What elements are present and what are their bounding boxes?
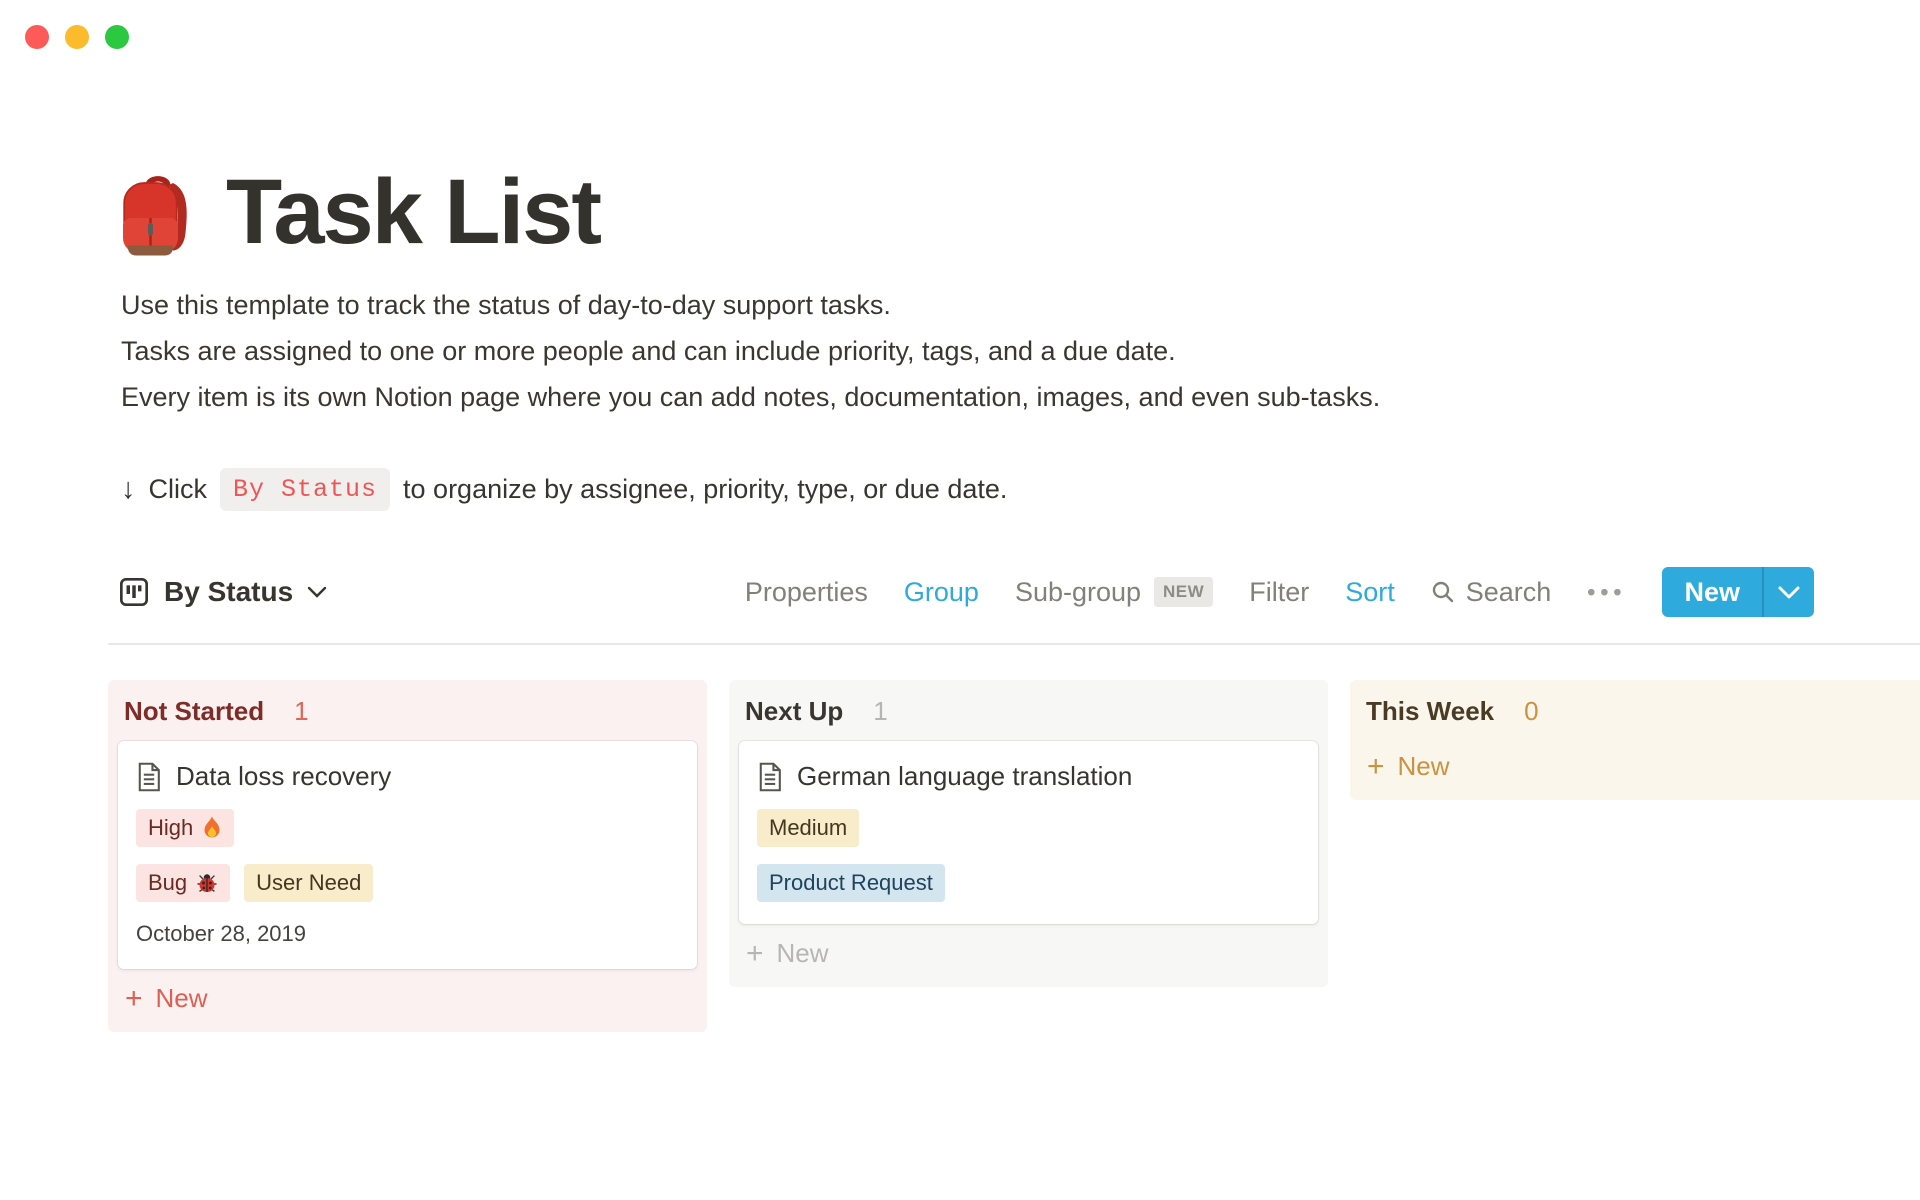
- sort-button[interactable]: Sort: [1345, 577, 1395, 608]
- column-title: Next Up: [745, 696, 843, 727]
- column-cards: Data loss recovery High: [108, 741, 707, 969]
- view-switcher-label: By Status: [164, 576, 293, 608]
- card-due-date: October 28, 2019: [136, 921, 679, 947]
- column-header-not-started[interactable]: Not Started 1: [108, 680, 707, 741]
- column-count: 1: [873, 696, 887, 727]
- column-title: Not Started: [124, 696, 264, 727]
- column-header-this-week[interactable]: This Week 0: [1350, 680, 1920, 741]
- description-line: Tasks are assigned to one or more people…: [121, 328, 1380, 374]
- plus-icon: +: [746, 941, 764, 967]
- plus-icon: +: [125, 986, 143, 1012]
- page-header: Task List: [118, 160, 600, 265]
- down-arrow-icon: ↓: [121, 473, 136, 506]
- new-feature-badge: NEW: [1154, 577, 1213, 607]
- filter-button[interactable]: Filter: [1249, 577, 1309, 608]
- search-icon: [1431, 580, 1455, 604]
- board-column-this-week: This Week 0 + New: [1350, 680, 1920, 800]
- column-cards: German language translation Medium Produ…: [729, 741, 1328, 924]
- hint-suffix: to organize by assignee, priority, type,…: [403, 474, 1007, 505]
- board-column-not-started: Not Started 1 Data loss recovery: [108, 680, 707, 1032]
- ladybug-icon: [196, 872, 218, 894]
- fire-icon: [202, 816, 222, 840]
- toolbar-divider: [108, 643, 1920, 645]
- view-toolbar: By Status Properties Group Sub-group NEW…: [118, 566, 1814, 618]
- page-title: Task List: [226, 160, 600, 265]
- type-tag-bug: Bug: [136, 864, 230, 902]
- priority-tag-high: High: [136, 809, 234, 847]
- hint-prefix: Click: [149, 474, 208, 505]
- column-count: 0: [1524, 696, 1538, 727]
- close-window-button[interactable]: [25, 25, 49, 49]
- search-label: Search: [1466, 577, 1552, 608]
- board-view-icon: [118, 576, 150, 608]
- description-line: Every item is its own Notion page where …: [121, 374, 1380, 420]
- add-card-button-next-up[interactable]: + New: [729, 924, 1328, 975]
- kanban-board: Not Started 1 Data loss recovery: [108, 680, 1920, 1032]
- page-doc-icon: [136, 762, 162, 792]
- sub-group-label: Sub-group: [1015, 577, 1141, 608]
- card-title: German language translation: [797, 761, 1132, 792]
- sub-group-button[interactable]: Sub-group NEW: [1015, 577, 1213, 608]
- add-card-button-not-started[interactable]: + New: [108, 969, 707, 1020]
- group-button[interactable]: Group: [904, 577, 979, 608]
- new-button-dropdown[interactable]: [1764, 567, 1814, 617]
- column-count: 1: [294, 696, 308, 727]
- card-data-loss-recovery[interactable]: Data loss recovery High: [118, 741, 697, 969]
- type-tag-product-request: Product Request: [757, 864, 945, 902]
- backpack-emoji-icon: [118, 168, 198, 258]
- properties-button[interactable]: Properties: [745, 577, 868, 608]
- toolbar-menu: Properties Group Sub-group NEW Filter So…: [745, 567, 1814, 617]
- page-doc-icon: [757, 762, 783, 792]
- view-switcher[interactable]: By Status: [118, 576, 327, 608]
- more-options-button[interactable]: •••: [1587, 579, 1626, 606]
- board-column-next-up: Next Up 1 German language translati: [729, 680, 1328, 987]
- add-card-button-this-week[interactable]: + New: [1350, 741, 1920, 788]
- zoom-window-button[interactable]: [105, 25, 129, 49]
- column-header-next-up[interactable]: Next Up 1: [729, 680, 1328, 741]
- new-record-button-label[interactable]: New: [1662, 567, 1762, 617]
- card-title: Data loss recovery: [176, 761, 391, 792]
- hint-line: ↓ Click By Status to organize by assigne…: [121, 468, 1007, 511]
- tag-user-need: User Need: [244, 864, 373, 902]
- window-controls: [25, 25, 129, 49]
- description-line: Use this template to track the status of…: [121, 282, 1380, 328]
- chevron-down-icon: [307, 586, 327, 598]
- by-status-code-chip: By Status: [220, 468, 390, 511]
- new-record-button[interactable]: New: [1662, 567, 1814, 617]
- minimize-window-button[interactable]: [65, 25, 89, 49]
- priority-tag-medium: Medium: [757, 809, 859, 847]
- card-german-language-translation[interactable]: German language translation Medium Produ…: [739, 741, 1318, 924]
- search-button[interactable]: Search: [1431, 577, 1552, 608]
- page-description: Use this template to track the status of…: [121, 282, 1380, 420]
- column-title: This Week: [1366, 696, 1494, 727]
- plus-icon: +: [1367, 754, 1385, 780]
